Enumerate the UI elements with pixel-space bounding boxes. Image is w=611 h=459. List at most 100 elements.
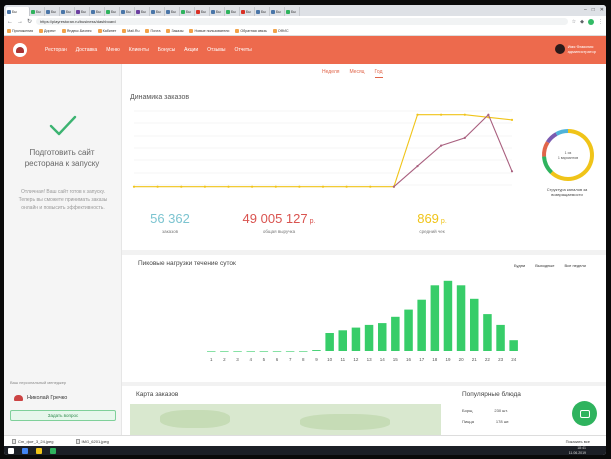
nav-item[interactable]: Доставка <box>76 47 97 53</box>
browser-tab[interactable]: Бы <box>195 7 210 16</box>
bookmark-item[interactable]: Кабинет <box>97 29 116 33</box>
load-option[interactable]: Будни <box>514 263 525 268</box>
browser-tab[interactable]: Бы <box>30 7 45 16</box>
browser-tab[interactable]: Бы <box>270 7 285 16</box>
nav-item[interactable]: Меню <box>106 47 120 53</box>
data-point <box>487 113 490 116</box>
nav-item[interactable]: Ресторан <box>45 47 67 53</box>
minimize-icon[interactable]: – <box>584 7 587 13</box>
tab-favicon-icon <box>7 9 11 14</box>
period-tab[interactable]: Неделя <box>322 69 339 78</box>
user-menu[interactable]: Имя Фамилия администратор <box>554 44 596 54</box>
profile-icon[interactable] <box>588 18 594 25</box>
bookmark-item[interactable]: Почта <box>145 29 160 33</box>
bar <box>443 280 453 351</box>
stat-label: общая выручка <box>262 229 296 234</box>
browser-tab[interactable]: Бы <box>210 7 225 16</box>
orders-line-chart <box>132 110 514 188</box>
tab-label: Бы <box>111 9 116 14</box>
tab-label: Бы <box>66 9 71 14</box>
tab-favicon-icon <box>136 9 140 14</box>
data-point <box>416 165 419 168</box>
x-tick-label: 1 <box>210 357 213 362</box>
tab-favicon-icon <box>166 9 170 14</box>
browser-tab[interactable]: Бы <box>180 7 195 16</box>
bookmark-item[interactable]: Яндекс.Бизнес <box>61 29 92 33</box>
browser-tab[interactable]: Бы <box>165 7 180 16</box>
nav-item[interactable]: Отчеты <box>234 47 251 53</box>
browser-tab[interactable]: Бы <box>6 7 30 16</box>
app-icon[interactable] <box>50 447 56 454</box>
avatar[interactable] <box>554 44 565 54</box>
bookmark-item[interactable]: Новые пользователи <box>189 29 229 33</box>
browser-tab[interactable]: Бы <box>225 7 240 16</box>
load-option[interactable]: Выходные <box>535 263 554 268</box>
x-tick-label: 22 <box>485 357 491 362</box>
tab-favicon-icon <box>226 9 230 14</box>
bookmark-item[interactable]: Приложения <box>7 29 33 33</box>
folder-icon[interactable] <box>36 447 42 454</box>
start-icon[interactable] <box>8 447 14 454</box>
browser-icon[interactable] <box>22 447 28 454</box>
bookmark-item[interactable]: Заказы <box>166 29 183 33</box>
bookmark-item[interactable]: Обратная связь <box>235 29 267 33</box>
manager-icon <box>14 395 23 401</box>
bookmark-label: Директ <box>44 29 56 33</box>
browser-tab[interactable]: Бы <box>90 7 105 16</box>
forward-icon[interactable]: → <box>17 19 23 25</box>
menu-icon[interactable]: ⋮ <box>598 19 603 25</box>
url-text: https://playrestoran.ru/business/dashboa… <box>40 19 116 24</box>
browser-tab[interactable]: Бы <box>45 7 60 16</box>
browser-tab[interactable]: Бы <box>75 7 90 16</box>
chat-icon <box>579 409 590 418</box>
tab-label: Бы <box>156 9 161 14</box>
bookmark-icon <box>61 29 66 33</box>
period-tab[interactable]: Месяц <box>349 69 364 78</box>
reload-icon[interactable]: ↻ <box>27 18 32 25</box>
bar <box>364 324 374 351</box>
nav-item[interactable]: Бонусы <box>158 47 175 53</box>
browser-tab[interactable]: Бы <box>120 7 135 16</box>
nav-item[interactable]: Отзывы <box>207 47 225 53</box>
nav-item[interactable]: Клиенты <box>129 47 149 53</box>
setup-title: Подготовить сайт ресторана к запуску <box>24 148 100 168</box>
download-item[interactable]: Сm_фот_3_24.jpeg <box>12 438 54 444</box>
close-icon[interactable]: ✕ <box>600 7 604 13</box>
bar <box>259 351 269 352</box>
contact-button[interactable]: Задать вопрос <box>10 410 116 421</box>
download-item[interactable]: IMG_6201.jpeg <box>75 438 109 444</box>
browser-tab[interactable]: Бы <box>60 7 75 16</box>
screen: Бы Бы Бы Бы Бы Бы Бы Бы Бы Бы Бы Бы Бы Бы Бы Бы Бы Бы Бы –… <box>4 5 606 455</box>
back-icon[interactable]: ← <box>7 19 13 25</box>
star-icon[interactable]: ☆ <box>572 19 576 25</box>
browser-tab[interactable]: Бы <box>150 7 165 16</box>
chat-button[interactable] <box>572 401 597 426</box>
bookmark-label: Почта <box>150 29 161 33</box>
donut-center-bottom: 1 вариантов <box>558 156 578 160</box>
popular-name: Пицца <box>462 419 474 424</box>
load-option[interactable]: Все недели <box>564 263 585 268</box>
maximize-icon[interactable]: □ <box>592 7 595 13</box>
orders-map[interactable] <box>130 404 441 435</box>
browser-tab[interactable]: Бы <box>240 7 255 16</box>
data-point <box>274 185 277 188</box>
x-tick-label: 19 <box>445 357 451 362</box>
tab-favicon-icon <box>271 9 275 14</box>
tab-favicon-icon <box>256 9 260 14</box>
data-point <box>463 136 466 139</box>
x-tick-label: 14 <box>380 357 386 362</box>
bookmark-item[interactable]: Mail.Ru <box>122 29 139 33</box>
nav-item[interactable]: Акции <box>184 47 198 53</box>
extension-icon[interactable]: ◆ <box>580 19 584 25</box>
show-all-downloads[interactable]: Показать все <box>566 439 590 444</box>
app-logo[interactable] <box>13 43 27 57</box>
browser-tab[interactable]: Бы <box>135 7 150 16</box>
bookmark-item[interactable]: ОФИС <box>272 29 289 33</box>
browser-tab[interactable]: Бы <box>105 7 120 16</box>
url-input[interactable]: https://playrestoran.ru/business/dashboa… <box>36 18 568 25</box>
browser-tab[interactable]: Бы <box>285 7 300 16</box>
period-tab[interactable]: Год <box>374 69 383 78</box>
bar <box>285 351 295 352</box>
bookmark-item[interactable]: Директ <box>39 29 56 33</box>
browser-tab[interactable]: Бы <box>255 7 270 16</box>
